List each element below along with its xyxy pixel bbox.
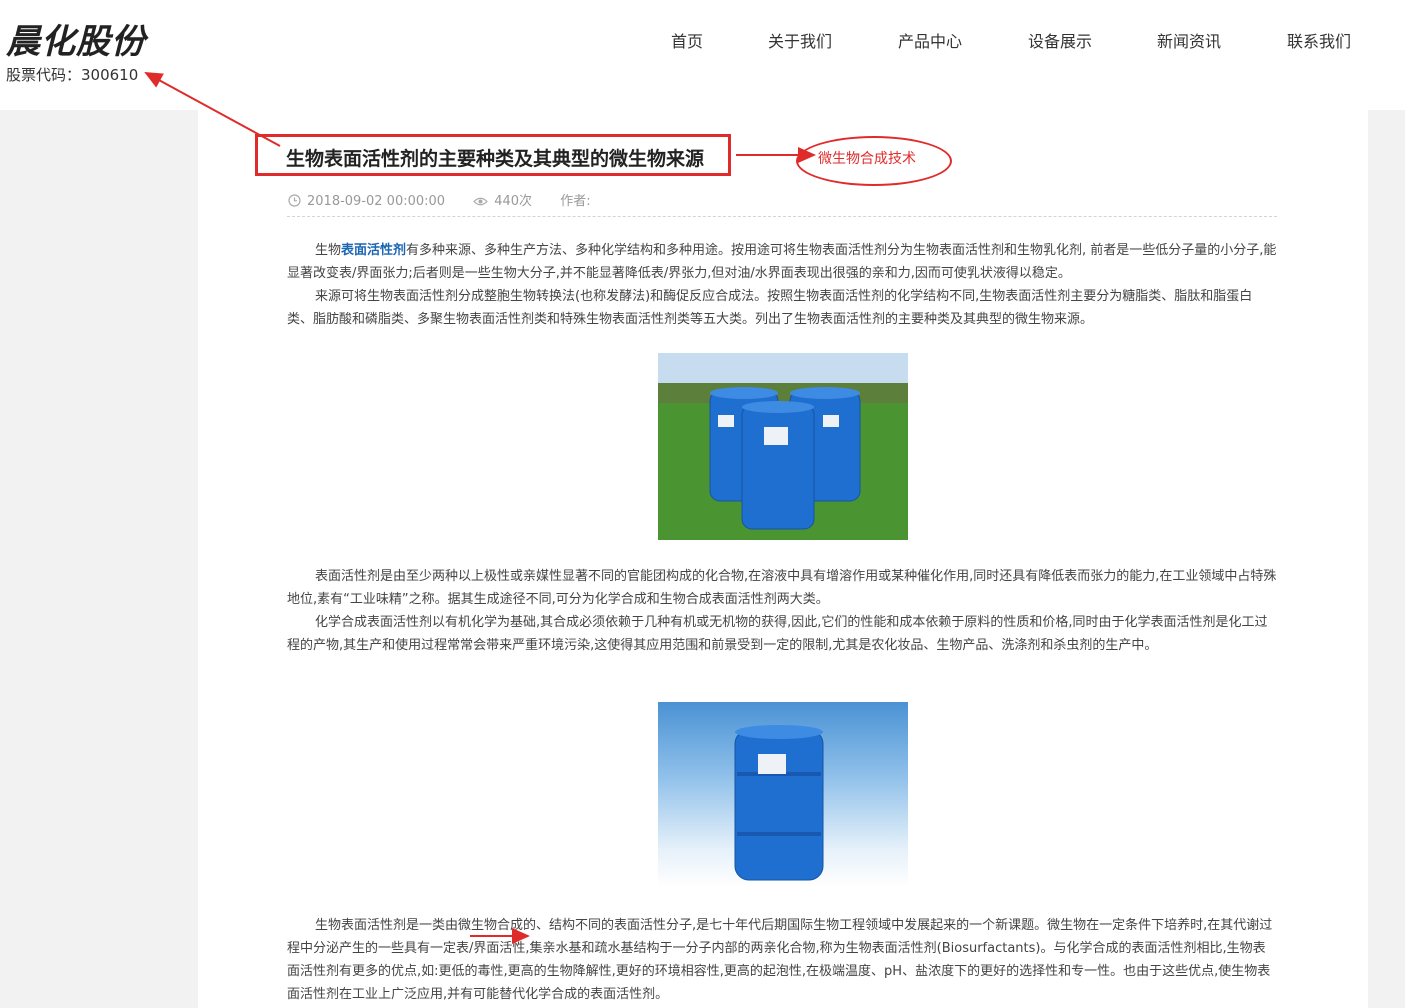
clock-icon <box>288 194 301 207</box>
p1-before: 生物 <box>315 243 342 258</box>
stock-code: 股票代码：300610 <box>6 66 139 84</box>
paragraph-4: 化学合成表面活性剂以有机化学为基础,其合成必须依赖于几种有机或无机物的获得,因此… <box>287 615 1268 653</box>
nav-products[interactable]: 产品中心 <box>898 28 962 52</box>
image-single-blue-drum <box>658 702 908 887</box>
p1-after: 有多种来源、多种生产方法、多种化学结构和多种用途。按用途可将生物表面活性剂分为生… <box>287 243 1277 281</box>
annotation-label: 微生物合成技术 <box>818 151 916 167</box>
nav-about[interactable]: 关于我们 <box>768 28 832 52</box>
eye-icon <box>473 197 489 206</box>
paragraph-1: 生物表面活性剂有多种来源、多种生产方法、多种化学结构和多种用途。按用途可将生物表… <box>287 239 1277 285</box>
nav-news[interactable]: 新闻资讯 <box>1157 28 1221 52</box>
site-header: 晨化股份 股票代码：300610 首页 关于我们 产品中心 设备展示 新闻资讯 … <box>0 0 1405 110</box>
nav-equipment[interactable]: 设备展示 <box>1028 28 1092 52</box>
meta-views: 440次 <box>473 190 532 209</box>
nav-home[interactable]: 首页 <box>671 28 703 52</box>
drums-illustration <box>658 353 908 540</box>
views-text: 440次 <box>494 194 533 209</box>
meta-author: 作者: <box>560 194 591 209</box>
drum-illustration <box>734 725 824 881</box>
paragraph-3: 表面活性剂是由至少两种以上极性或亲媒性显著不同的官能团构成的化合物,在溶液中具有… <box>287 569 1277 607</box>
article-container: 生物表面活性剂的主要种类及其典型的微生物来源 微生物合成技术 2018-09-0… <box>198 110 1368 1008</box>
meta-date: 2018-09-02 00:00:00 <box>288 194 445 209</box>
date-text: 2018-09-02 00:00:00 <box>307 194 446 209</box>
meta-divider <box>287 216 1277 217</box>
nav-contact[interactable]: 联系我们 <box>1287 28 1351 52</box>
main-nav: 首页 关于我们 产品中心 设备展示 新闻资讯 联系我们 <box>0 28 1405 52</box>
image-blue-drums-on-grass <box>658 353 908 540</box>
article-title: 生物表面活性剂的主要种类及其典型的微生物来源 <box>286 148 705 170</box>
keyword-link[interactable]: 表面活性剂 <box>341 243 406 258</box>
article-meta: 2018-09-02 00:00:00 440次 作者: <box>288 190 615 209</box>
paragraph-5: 生物表面活性剂是一类由微生物合成的、结构不同的表面活性分子,是七十年代后期国际生… <box>287 918 1273 1002</box>
paragraph-2: 来源可将生物表面活性剂分成整胞生物转换法(也称发酵法)和酶促反应合成法。按照生物… <box>287 289 1253 327</box>
